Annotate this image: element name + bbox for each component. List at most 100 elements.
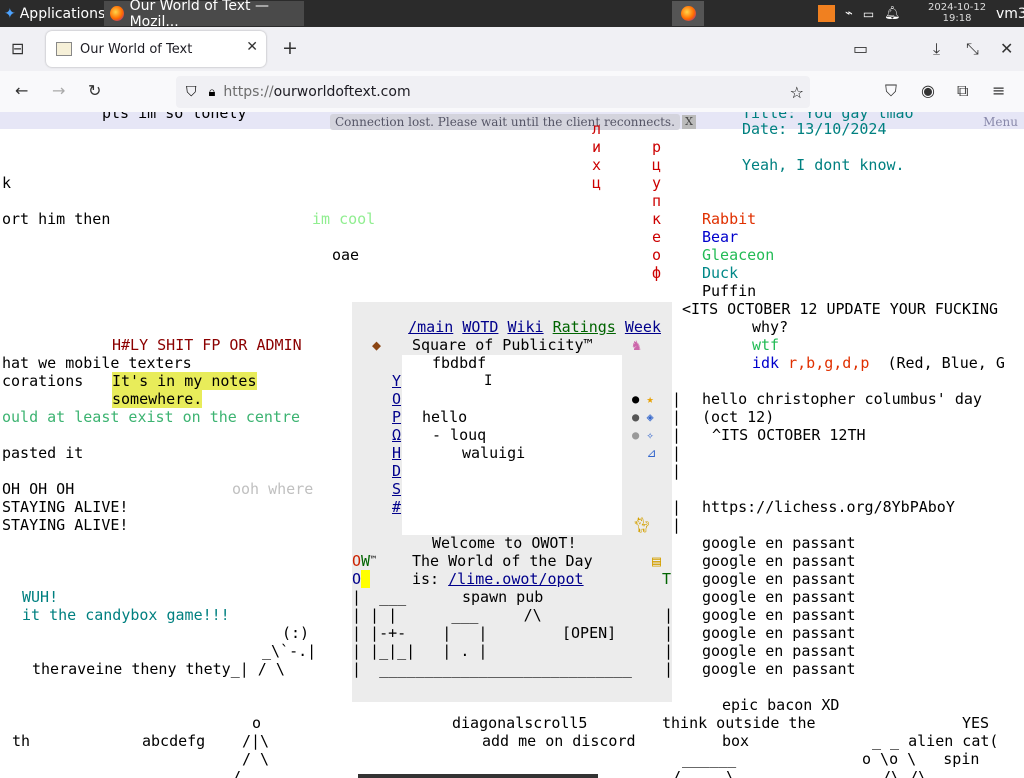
app-menu-icon[interactable]: ≡: [992, 83, 1005, 99]
sparkle-icon: ✧: [646, 428, 654, 442]
text-october-update: <ITS OCTOBER 12 UPDATE YOUR FUCKING: [682, 300, 999, 318]
cyrillic-letter: ф: [652, 264, 662, 282]
panel-cat-icon: 🐈︎: [632, 516, 652, 534]
text-alien-cat: _ _ alien cat(: [872, 732, 999, 750]
text-ohoh: OH OH OH: [2, 480, 75, 498]
ow-o: O: [352, 552, 362, 570]
nav-main-link[interactable]: /main: [408, 318, 453, 336]
tab-our-world-of-text[interactable]: Our World of Text ✕: [46, 31, 266, 67]
text-underline: ______: [682, 750, 737, 768]
panel-side-link[interactable]: S: [392, 480, 401, 498]
google-item: google en passant: [702, 588, 856, 606]
chart-icon: ⊿: [646, 446, 657, 460]
extensions-icon[interactable]: ⧉: [957, 83, 968, 99]
restore-icon[interactable]: ⤡: [966, 41, 979, 57]
minimize-icon[interactable]: ⤓: [933, 41, 940, 57]
cat-art-2: _\`-.|: [262, 642, 317, 660]
google-item: google en passant: [702, 552, 856, 570]
ow-tm: ™: [370, 555, 377, 566]
cyrillic-letter: е: [652, 228, 662, 246]
applications-menu[interactable]: ✦ Applications: [0, 0, 105, 27]
cyrillic-letter: ц: [652, 156, 662, 174]
text-mobile-texters: hat we mobile texters: [2, 354, 192, 372]
tab-overview-icon[interactable]: ⊟: [11, 41, 24, 57]
text-columbus-1: hello christopher columbus' day: [702, 390, 982, 408]
close-window-icon[interactable]: ✕: [1000, 41, 1013, 57]
text-yes: YES: [962, 714, 990, 732]
text-notes-2: somewhere.: [112, 390, 203, 408]
wotd-link[interactable]: /lime.owot/opot: [448, 570, 583, 588]
text-im-cool: im cool: [312, 210, 376, 228]
panel-side-link[interactable]: O: [392, 390, 401, 408]
nav-wiki-link[interactable]: Wiki: [507, 318, 543, 336]
nav-wotd-link[interactable]: WOTD: [462, 318, 498, 336]
wotd-is: is:: [412, 570, 440, 588]
screenshot-tray-icon[interactable]: [818, 5, 835, 22]
panel-side-link[interactable]: Y: [392, 372, 401, 390]
user-name[interactable]: vm3: [996, 0, 1024, 27]
url-bar[interactable]: ⛉ 🔒︎ https://ourworldoftext.com ☆: [176, 76, 810, 108]
figure-body: /|\: [242, 732, 270, 750]
connection-banner-close[interactable]: X: [682, 115, 696, 129]
clock[interactable]: 2024-10-12 19:18: [928, 2, 986, 24]
text-why: why?: [752, 318, 789, 336]
firefox-launcher[interactable]: [672, 1, 704, 26]
back-icon[interactable]: ←: [15, 83, 28, 99]
account-icon[interactable]: ◉: [921, 83, 935, 99]
panel-side-link[interactable]: #: [392, 498, 401, 516]
notification-bell-icon[interactable]: 🔔︎: [884, 6, 901, 21]
network-disabled-icon[interactable]: ⌁: [845, 6, 853, 21]
nav-week-link[interactable]: Week: [625, 318, 661, 336]
text-alien-3: /\ /\: [882, 768, 928, 778]
gem-icon: ◈: [646, 410, 654, 424]
panel-right-border: | | | | | | |: [672, 390, 682, 534]
panel-side-link[interactable]: H: [392, 444, 401, 462]
panel-ow: OW™: [352, 552, 376, 570]
cyrillic-letter: у: [652, 174, 662, 192]
text-th: th: [12, 732, 31, 750]
animal-item: Gleaceon: [702, 246, 775, 264]
text-columbus-2: (oct 12): [702, 408, 775, 426]
lock-icon[interactable]: 🔒︎: [209, 85, 216, 100]
text-date-line: Date: 13/10/2024: [742, 120, 887, 138]
text-lichess: https://lichess.org/8YbPAboY: [702, 498, 955, 516]
panel-side-link[interactable]: D: [392, 462, 401, 480]
bookmark-star-icon[interactable]: ☆: [790, 83, 804, 102]
panel-scroll-icon: ▤: [652, 552, 662, 570]
new-tab-icon[interactable]: +: [282, 39, 298, 58]
panel-wotd-2: is: /lime.owot/opot: [412, 570, 584, 588]
taskbar-window-firefox[interactable]: Our World of Text — Mozil...: [104, 0, 304, 30]
battery-icon[interactable]: ▭: [863, 7, 874, 21]
cyrillic-letter: п: [652, 192, 662, 210]
text-think-1: think outside the: [662, 714, 816, 732]
window-list-icon[interactable]: ▭: [853, 41, 868, 57]
cyrillic-letter: и: [592, 138, 602, 156]
cyrillic-letter: р: [652, 138, 662, 156]
taskbar: ✦ Applications Our World of Text — Mozil…: [0, 0, 1024, 30]
panel-side-link[interactable]: P: [392, 408, 401, 426]
tab-close-icon[interactable]: ✕: [246, 39, 258, 55]
reload-icon[interactable]: ↻: [88, 83, 101, 99]
animal-item: Duck: [702, 264, 739, 282]
idk-tail: (Red, Blue, G: [887, 354, 1005, 372]
text-columbus-3: ^ITS OCTOBER 12TH: [712, 426, 866, 444]
cyrillic-letter: к: [652, 210, 662, 228]
text-staying-2: STAYING ALIVE!: [2, 516, 129, 534]
panel-unicorn-icon: ♞: [632, 336, 642, 354]
tracking-shield-icon[interactable]: ⛉: [186, 84, 197, 100]
cat-art-1: (:): [282, 624, 310, 642]
menu-button[interactable]: Menu: [983, 113, 1018, 131]
system-tray: ⌁ ▭ 🔔︎: [818, 0, 901, 27]
nav-ratings-link[interactable]: Ratings: [553, 318, 616, 336]
google-item: google en passant: [702, 570, 856, 588]
ow-w: W: [361, 552, 371, 570]
panel-side-link[interactable]: Ω: [392, 426, 401, 444]
pocket-icon[interactable]: ⛉: [885, 83, 897, 99]
google-item: google en passant: [702, 642, 856, 660]
forward-icon[interactable]: →: [52, 83, 65, 99]
owot-canvas[interactable]: Menu pts im so lonely Title: You gay lma…: [0, 112, 1024, 778]
dot-icon-3: ●: [632, 428, 640, 442]
google-item: google en passant: [702, 534, 856, 552]
panel-right-icons: ● ★ ● ◈ ● ✧ ⊿: [632, 372, 657, 462]
text-ooh-where: ooh where: [232, 480, 314, 498]
